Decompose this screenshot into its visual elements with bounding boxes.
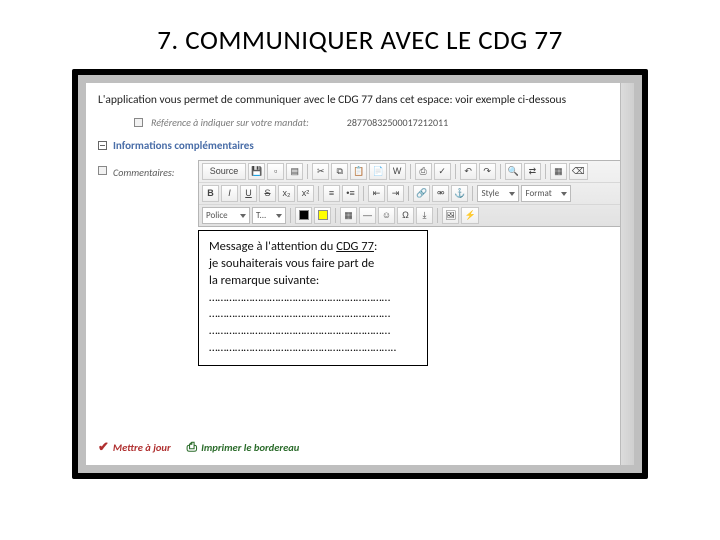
- richtext-editor[interactable]: Source 💾 ▫ ▤ ✂ ⧉ 📋 📄 W ⎙ ✓: [198, 160, 622, 227]
- separator: [437, 208, 438, 223]
- cut-icon[interactable]: ✂: [312, 163, 329, 180]
- textcolor-icon[interactable]: [295, 207, 312, 224]
- sub-icon[interactable]: x₂: [278, 185, 295, 202]
- selectall-icon[interactable]: ▦: [550, 163, 567, 180]
- format-select[interactable]: Format: [521, 185, 571, 202]
- size-select[interactable]: T...: [252, 207, 286, 224]
- separator: [545, 164, 546, 179]
- flash-icon[interactable]: ⚡: [461, 207, 478, 224]
- find-icon[interactable]: 🔍: [505, 163, 522, 180]
- comments-label: Commentaires:: [113, 166, 174, 179]
- separator: [472, 186, 473, 201]
- style-select[interactable]: Style: [477, 185, 519, 202]
- image-icon[interactable]: 🖼: [442, 207, 459, 224]
- expand-icon: [134, 118, 143, 127]
- content-panel: L'application vous permet de communiquer…: [86, 83, 634, 465]
- underline-icon[interactable]: U: [240, 185, 257, 202]
- copy-icon[interactable]: ⧉: [331, 163, 348, 180]
- bold-icon[interactable]: B: [202, 185, 219, 202]
- separator: [290, 208, 291, 223]
- paste-word-icon[interactable]: W: [389, 163, 406, 180]
- separator: [307, 164, 308, 179]
- print-link[interactable]: ⎙ Imprimer le bordereau: [187, 440, 300, 455]
- specialchar-icon[interactable]: Ω: [397, 207, 414, 224]
- content-frame: L'application vous permet de communiquer…: [72, 69, 648, 479]
- info-section-header[interactable]: Informations complémentaires: [98, 139, 622, 152]
- comments-label-col: Commentaires:: [98, 160, 188, 227]
- message-dots: ………………………………………………………: [209, 290, 417, 307]
- collapse-icon[interactable]: [98, 141, 107, 150]
- separator: [318, 186, 319, 201]
- link-icon[interactable]: 🔗: [413, 185, 430, 202]
- info-section-label: Informations complémentaires: [113, 139, 254, 152]
- intro-text: L'application vous permet de communiquer…: [98, 93, 622, 108]
- save-icon[interactable]: 💾: [248, 163, 265, 180]
- separator: [335, 208, 336, 223]
- sup-icon[interactable]: x²: [297, 185, 314, 202]
- update-link[interactable]: ✔ Mettre à jour: [98, 440, 171, 455]
- paste-icon[interactable]: 📋: [350, 163, 367, 180]
- toolbar-row-1: Source 💾 ▫ ▤ ✂ ⧉ 📋 📄 W ⎙ ✓: [199, 161, 621, 183]
- separator: [455, 164, 456, 179]
- unlink-icon[interactable]: ⚮: [432, 185, 449, 202]
- preview-icon[interactable]: ▤: [286, 163, 303, 180]
- slide-title: 7. COMMUNIQUER AVEC LE CDG 77: [0, 0, 720, 69]
- strike-icon[interactable]: S: [259, 185, 276, 202]
- new-icon[interactable]: ▫: [267, 163, 284, 180]
- ul-icon[interactable]: •≡: [342, 185, 359, 202]
- spell-icon[interactable]: ✓: [434, 163, 451, 180]
- reference-value: 28770832500017212011: [347, 116, 448, 129]
- printer-icon: ⎙: [187, 440, 197, 455]
- indent-icon[interactable]: ⇥: [387, 185, 404, 202]
- italic-icon[interactable]: I: [221, 185, 238, 202]
- comments-row: Commentaires: Source 💾 ▫ ▤ ✂ ⧉ 📋 📄 W: [98, 160, 622, 227]
- expand-icon: [98, 166, 107, 175]
- reference-row: Référence à indiquer sur votre mandat: 2…: [134, 116, 622, 129]
- message-dots: ………………………………………………………..: [209, 340, 417, 357]
- separator: [410, 164, 411, 179]
- message-overlay: Message à l'attention du CDG 77: je souh…: [198, 230, 428, 366]
- scrollbar[interactable]: [620, 83, 634, 465]
- outdent-icon[interactable]: ⇤: [368, 185, 385, 202]
- separator: [500, 164, 501, 179]
- ol-icon[interactable]: ≡: [323, 185, 340, 202]
- source-button[interactable]: Source: [202, 163, 246, 180]
- separator: [408, 186, 409, 201]
- undo-icon[interactable]: ↶: [460, 163, 477, 180]
- message-line3: la remarque suivante:: [209, 273, 417, 290]
- paste-text-icon[interactable]: 📄: [369, 163, 386, 180]
- bgcolor-icon[interactable]: [314, 207, 331, 224]
- message-dots: ………………………………………………………: [209, 306, 417, 323]
- pagebreak-icon[interactable]: ⤓: [416, 207, 433, 224]
- editor-toolbar: Source 💾 ▫ ▤ ✂ ⧉ 📋 📄 W ⎙ ✓: [198, 160, 622, 227]
- anchor-icon[interactable]: ⚓: [451, 185, 468, 202]
- message-line2: je souhaiterais vous faire part de: [209, 256, 417, 273]
- message-line1: Message à l'attention du CDG 77:: [209, 239, 417, 256]
- redo-icon[interactable]: ↷: [479, 163, 496, 180]
- update-label: Mettre à jour: [113, 441, 171, 454]
- font-select[interactable]: Police: [202, 207, 250, 224]
- print-label: Imprimer le bordereau: [201, 441, 299, 454]
- toolbar-row-3: Police T... ▦ — ☺ Ω ⤓ 🖼 ⚡: [199, 205, 621, 226]
- separator: [363, 186, 364, 201]
- table-icon[interactable]: ▦: [340, 207, 357, 224]
- update-icon: ✔: [98, 440, 109, 455]
- print-icon[interactable]: ⎙: [415, 163, 432, 180]
- replace-icon[interactable]: ⇄: [524, 163, 541, 180]
- reference-label: Référence à indiquer sur votre mandat:: [151, 116, 309, 129]
- smiley-icon[interactable]: ☺: [378, 207, 395, 224]
- message-dots: ………………………………………………………: [209, 323, 417, 340]
- toolbar-row-2: B I U S x₂ x² ≡ •≡ ⇤ ⇥ 🔗 ⚮: [199, 183, 621, 205]
- action-bar: ✔ Mettre à jour ⎙ Imprimer le bordereau: [98, 440, 299, 455]
- hr-icon[interactable]: —: [359, 207, 376, 224]
- removefmt-icon[interactable]: ⌫: [569, 163, 588, 180]
